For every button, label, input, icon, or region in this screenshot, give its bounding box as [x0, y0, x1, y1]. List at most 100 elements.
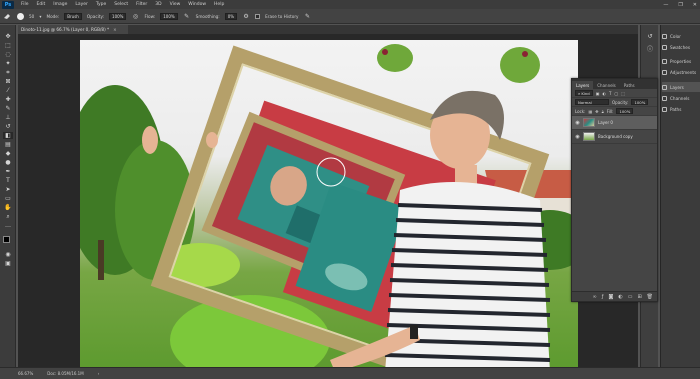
pressure-size-icon[interactable]: ✎: [304, 12, 312, 20]
brush-tool-icon[interactable]: ✎: [3, 105, 13, 112]
screen-mode-icon[interactable]: ▣: [3, 260, 13, 267]
link-layers-icon[interactable]: ∞: [593, 294, 597, 300]
hand-tool-icon[interactable]: ✋: [3, 204, 13, 211]
filter-smart-icon[interactable]: ⬚: [621, 91, 625, 96]
adjustment-layer-icon[interactable]: ◐: [618, 294, 622, 300]
close-icon[interactable]: ×: [113, 27, 117, 32]
healing-brush-tool-icon[interactable]: ✚: [3, 96, 13, 103]
layer-row[interactable]: ◉ Background copy: [572, 130, 657, 144]
erase-to-history-checkbox[interactable]: [255, 13, 261, 19]
paths-panel-icon: [662, 106, 667, 112]
info-panel-icon[interactable]: ⓘ: [645, 45, 655, 53]
chevron-right-icon[interactable]: ›: [98, 371, 100, 376]
filter-type-icon[interactable]: T: [609, 91, 611, 96]
filter-shape-icon[interactable]: ▢: [614, 91, 618, 96]
menu-3d[interactable]: 3D: [151, 2, 165, 7]
menu-help[interactable]: Help: [210, 2, 228, 7]
dock-swatches-label: Swatches: [670, 44, 691, 50]
eyedropper-tool-icon[interactable]: ⁄: [3, 87, 13, 94]
mode-select[interactable]: Brush: [64, 12, 82, 20]
menu-window[interactable]: Window: [184, 2, 210, 7]
lasso-tool-icon[interactable]: ◌: [3, 51, 13, 58]
chevron-down-icon[interactable]: ▾: [39, 14, 41, 19]
brush-preset-picker[interactable]: [16, 12, 24, 20]
ps-logo: Ps: [2, 0, 14, 9]
dodge-tool-icon[interactable]: ●: [3, 159, 13, 166]
menu-file[interactable]: File: [17, 2, 33, 7]
dock-properties[interactable]: Properties: [662, 56, 700, 66]
dock-channels[interactable]: Channels: [662, 93, 700, 103]
tab-channels[interactable]: Channels: [593, 81, 620, 89]
layer-opacity-field[interactable]: 100%: [631, 99, 649, 105]
dock-swatches[interactable]: Swatches: [662, 42, 700, 52]
canvas-area[interactable]: [18, 34, 638, 372]
move-tool-icon[interactable]: ✥: [3, 33, 13, 40]
marquee-tool-icon[interactable]: ⬚: [3, 42, 13, 49]
history-panel-icon[interactable]: ↺: [645, 33, 655, 40]
lock-pixels-icon[interactable]: ▦: [588, 109, 592, 114]
menu-image[interactable]: Image: [49, 2, 71, 7]
eraser-tool-icon[interactable]: [3, 12, 11, 20]
smoothing-field[interactable]: 0%: [224, 12, 238, 20]
menu-edit[interactable]: Edit: [33, 2, 50, 7]
menu-view[interactable]: View: [166, 2, 185, 7]
pen-tool-icon[interactable]: ✒: [3, 168, 13, 175]
blend-mode-select[interactable]: Normal: [575, 99, 609, 105]
quick-mask-icon[interactable]: ◉: [3, 251, 13, 258]
status-bar: 66.67% Doc: 8.05M/16.1M ›: [0, 367, 700, 379]
path-selection-tool-icon[interactable]: ➤: [3, 186, 13, 193]
flow-field[interactable]: 100%: [160, 12, 178, 20]
menu-select[interactable]: Select: [110, 2, 132, 7]
dock-layers[interactable]: Layers: [662, 82, 700, 92]
more-tools-icon[interactable]: …: [3, 222, 13, 229]
new-group-icon[interactable]: ▭: [628, 294, 633, 300]
menu-layer[interactable]: Layer: [71, 2, 92, 7]
dock-color-label: Color: [670, 33, 681, 39]
dock-channels-label: Channels: [670, 95, 690, 101]
trash-icon[interactable]: 🗑︎: [647, 294, 653, 300]
foreground-color-swatch[interactable]: [3, 236, 10, 243]
new-layer-icon[interactable]: ⊞: [637, 294, 641, 300]
options-bar: 50 ▾ Mode: Brush Opacity: 100% ◎ Flow: 1…: [0, 9, 700, 24]
crop-tool-icon[interactable]: ⌗: [3, 69, 13, 76]
frame-tool-icon[interactable]: ⊠: [3, 78, 13, 85]
dock-adjustments[interactable]: Adjustments: [662, 67, 700, 77]
tab-paths[interactable]: Paths: [620, 81, 639, 89]
eye-icon[interactable]: ◉: [575, 134, 580, 140]
opacity-field[interactable]: 100%: [109, 12, 127, 20]
rectangle-tool-icon[interactable]: ▭: [3, 195, 13, 202]
layer-kind-filter[interactable]: ⌕ Kind: [575, 90, 593, 96]
restore-button[interactable]: ❐: [678, 2, 682, 8]
zoom-tool-icon[interactable]: ⌕: [3, 213, 13, 220]
add-mask-icon[interactable]: ◙: [608, 294, 613, 300]
eraser-tool-icon[interactable]: ◧: [3, 132, 13, 139]
eye-icon[interactable]: ◉: [575, 120, 580, 126]
layer-row[interactable]: ◉ Layer 0: [572, 116, 657, 130]
layer-style-icon[interactable]: ƒ: [602, 294, 604, 300]
close-button[interactable]: ✕: [693, 2, 697, 8]
filter-adjustment-icon[interactable]: ◐: [603, 91, 607, 96]
lock-all-icon[interactable]: 🔒︎: [602, 109, 604, 114]
history-brush-tool-icon[interactable]: ↺: [3, 123, 13, 130]
menu-filter[interactable]: Filter: [132, 2, 151, 7]
tab-layers[interactable]: Layers: [572, 81, 594, 89]
dock-paths[interactable]: Paths: [662, 104, 700, 114]
zoom-level[interactable]: 66.67%: [18, 371, 33, 376]
menu-type[interactable]: Type: [92, 2, 110, 7]
canvas-photo[interactable]: [80, 40, 578, 372]
dock-color[interactable]: Color: [662, 31, 700, 41]
gear-icon[interactable]: ⚙: [242, 12, 250, 20]
filter-pixel-icon[interactable]: ▣: [596, 91, 600, 96]
minimize-button[interactable]: —: [663, 2, 668, 8]
pressure-opacity-icon[interactable]: ◎: [131, 12, 139, 20]
airbrush-icon[interactable]: ✎: [183, 12, 191, 20]
blur-tool-icon[interactable]: ◆: [3, 150, 13, 157]
dock-paths-label: Paths: [670, 106, 682, 112]
lock-position-icon[interactable]: ✥: [595, 109, 598, 114]
layer-fill-field[interactable]: 100%: [616, 108, 634, 114]
type-tool-icon[interactable]: T: [3, 177, 13, 184]
document-tab[interactable]: Dinoto-11.jpg @ 66.7% (Layer 0, RGB/8) *…: [18, 25, 128, 34]
gradient-tool-icon[interactable]: ▤: [3, 141, 13, 148]
quick-select-tool-icon[interactable]: ✦: [3, 60, 13, 67]
clone-stamp-tool-icon[interactable]: ⊥: [3, 114, 13, 121]
